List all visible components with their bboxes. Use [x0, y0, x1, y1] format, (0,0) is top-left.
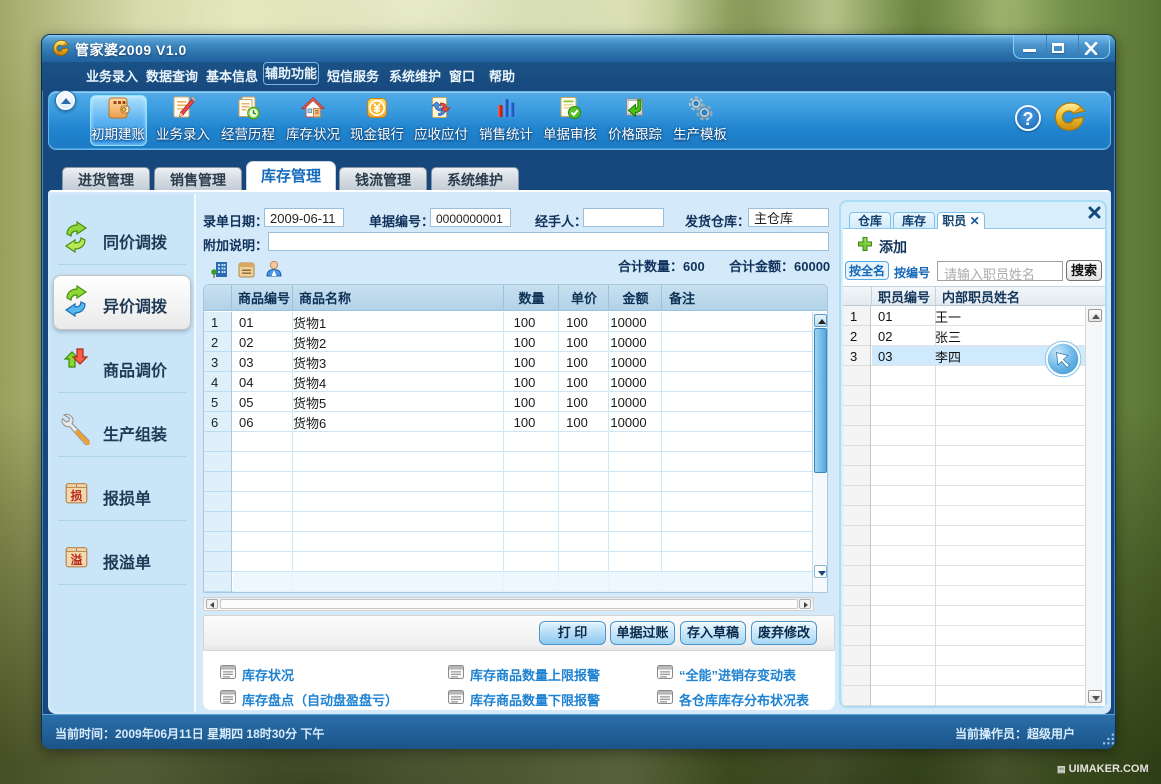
svg-text:损: 损 [71, 489, 83, 503]
svg-text:溢: 溢 [71, 553, 83, 567]
